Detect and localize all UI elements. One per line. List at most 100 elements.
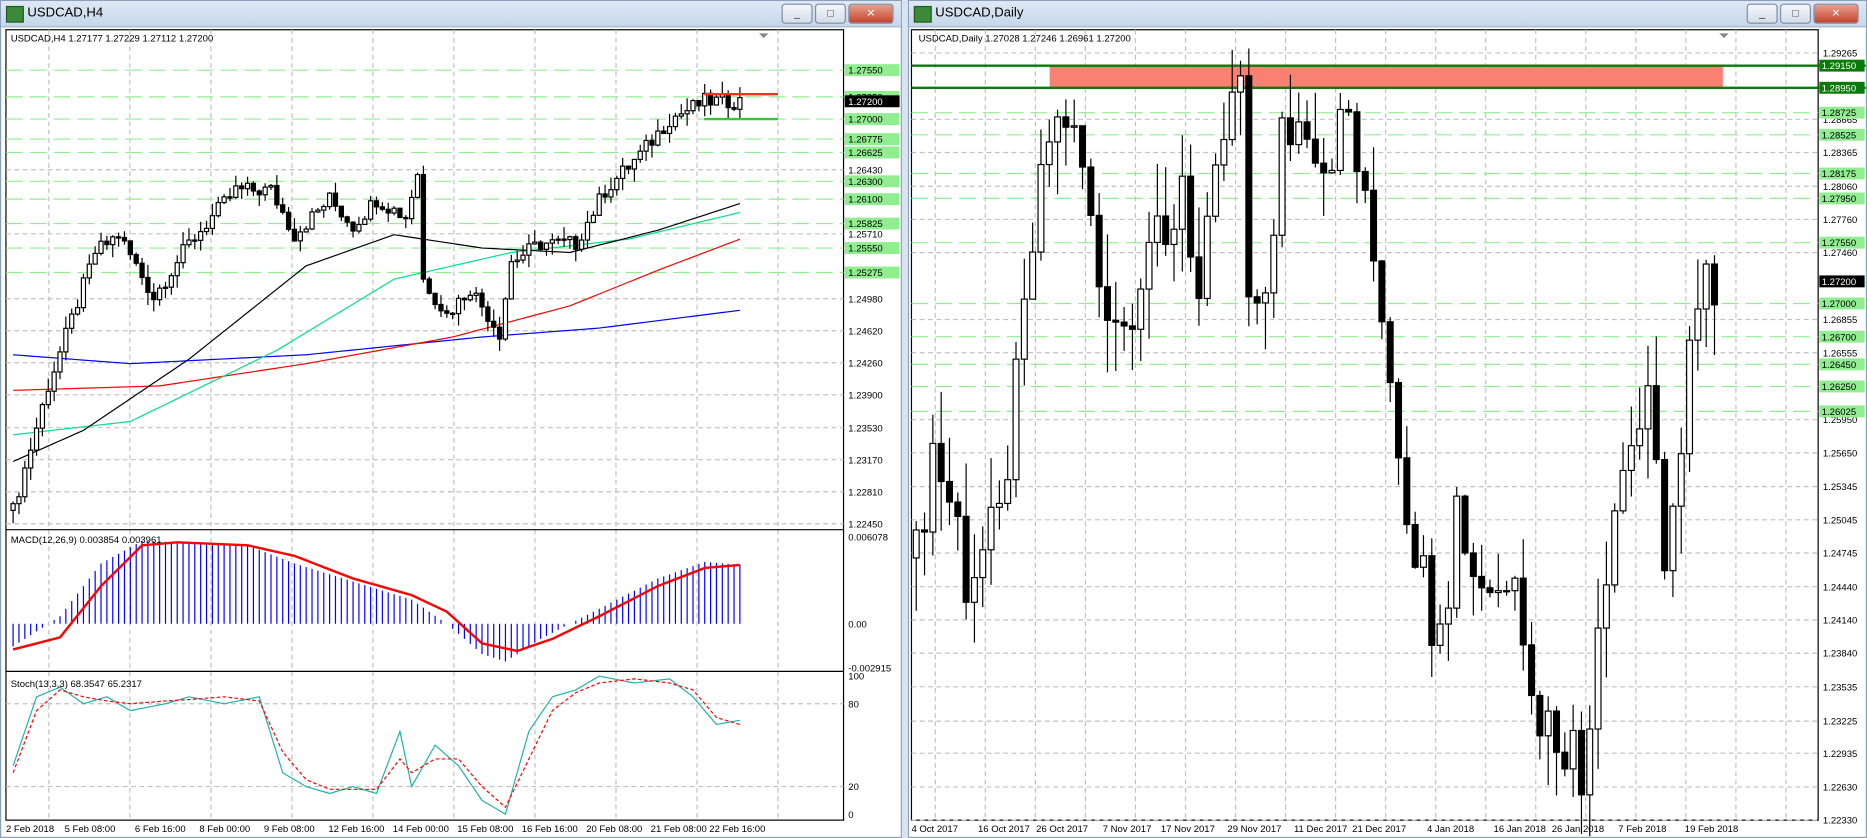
bull-candle <box>162 286 169 289</box>
bear-candle <box>937 442 945 483</box>
bull-candle <box>549 239 555 244</box>
bear-candle <box>350 221 356 232</box>
bear-candle <box>696 99 702 107</box>
bear-candle <box>450 312 456 316</box>
bull-candle <box>970 576 978 603</box>
level-label: 1.27550 <box>848 66 882 77</box>
price-axis-label: 1.27760 <box>1823 215 1857 226</box>
bear-candle <box>133 253 139 264</box>
bull-candle <box>233 185 239 198</box>
bear-candle <box>115 236 122 239</box>
zone-label: 1.29150 <box>1822 61 1856 72</box>
bear-candle <box>1320 162 1328 174</box>
level-label: 1.28525 <box>1822 130 1856 141</box>
bull-candle <box>514 259 520 263</box>
bull-candle <box>1178 175 1186 230</box>
chart-info: USDCAD,H4 1.27177 1.27229 1.27112 1.2720… <box>11 34 214 45</box>
level-label: 1.27550 <box>1822 238 1856 249</box>
bear-candle <box>1361 170 1369 191</box>
bull-candle <box>45 390 51 406</box>
bear-candle <box>121 236 128 242</box>
price-axis-label: 1.23900 <box>848 390 882 401</box>
chart-window-daily[interactable]: USDCAD,Daily _ □ ✕ 1.29265 1.28665 1.28365… <box>907 0 1867 838</box>
bear-candle <box>420 173 427 280</box>
bear-candle <box>1503 590 1511 593</box>
h4-chart[interactable]: 1.26430 1.25710 1.24980 1.24620 1.24260 1.239… <box>1 26 901 837</box>
time-axis-label: 7 Feb 2018 <box>1618 824 1666 835</box>
bull-candle <box>1137 288 1145 330</box>
price-axis-label: 1.23170 <box>848 455 882 466</box>
bull-candle <box>168 275 175 288</box>
level-label: 1.26300 <box>848 177 882 188</box>
level-label: 1.28725 <box>1822 108 1856 119</box>
bull-candle <box>1494 590 1502 594</box>
maximize-button[interactable]: □ <box>814 3 846 24</box>
bull-candle <box>221 196 227 204</box>
bear-candle <box>139 262 145 279</box>
maximize-button[interactable]: □ <box>1780 3 1812 24</box>
bear-candle <box>537 241 544 250</box>
minimize-button[interactable]: _ <box>1746 3 1778 24</box>
bull-candle <box>1611 510 1619 586</box>
bear-candle <box>1062 116 1070 128</box>
bull-candle <box>1419 555 1427 568</box>
price-axis-label: 1.27460 <box>1823 248 1857 259</box>
bear-candle <box>1079 125 1087 168</box>
price-axis-label: 1.22935 <box>1823 749 1857 760</box>
bull-candle <box>1453 495 1461 609</box>
bear-candle <box>1652 385 1660 461</box>
title-bar[interactable]: USDCAD,H4 _ □ ✕ <box>1 1 901 28</box>
bull-candle <box>1336 108 1344 172</box>
bull-candle <box>737 96 743 110</box>
bull-candle <box>643 139 649 152</box>
bull-candle <box>1153 215 1161 244</box>
bull-candle <box>86 263 92 279</box>
bear-candle <box>239 185 245 190</box>
bull-candle <box>1278 117 1286 236</box>
bear-candle <box>1286 117 1294 146</box>
minimize-button[interactable]: _ <box>781 3 813 24</box>
bull-candle <box>98 240 104 255</box>
daily-chart[interactable]: 1.292651.286651.283651.280601.277601.274… <box>909 26 1866 837</box>
stoch-axis-label: 80 <box>848 699 859 710</box>
bear-candle <box>1103 286 1111 321</box>
chart-window-h4[interactable]: USDCAD,H4 _ □ ✕ 1.26430 1.25710 1.24980 1.2… <box>0 0 902 838</box>
bear-candle <box>661 130 667 135</box>
level-label: 1.26700 <box>1822 332 1856 343</box>
bear-candle <box>1386 321 1394 384</box>
stoch-axis-label: 0 <box>848 810 853 821</box>
bull-candle <box>33 427 40 451</box>
bull-candle <box>10 503 16 512</box>
bull-candle <box>929 442 937 533</box>
level-label: 1.26250 <box>1822 382 1856 393</box>
bull-candle <box>1436 623 1444 646</box>
time-axis-label: 9 Feb 08:00 <box>264 824 315 835</box>
chart-info: USDCAD,Daily 1.27028 1.27246 1.26961 1.2… <box>919 34 1131 45</box>
price-axis-label: 1.25045 <box>1823 515 1857 526</box>
bear-candle <box>1253 296 1261 304</box>
plot-frame <box>5 29 845 821</box>
bear-candle <box>438 303 444 312</box>
time-axis-label: 4 Oct 2017 <box>911 824 958 835</box>
bull-candle <box>321 205 327 211</box>
close-button[interactable]: ✕ <box>1813 3 1859 24</box>
time-axis-label: 17 Nov 2017 <box>1161 824 1215 835</box>
window-title: USDCAD,Daily <box>935 5 1024 21</box>
title-bar[interactable]: USDCAD,Daily _ □ ✕ <box>909 1 1866 28</box>
level-label: 1.27000 <box>1822 299 1856 310</box>
bull-candle <box>1669 505 1677 572</box>
close-button[interactable]: ✕ <box>848 3 894 24</box>
bull-candle <box>455 297 462 315</box>
bear-candle <box>962 515 970 603</box>
bull-candle <box>690 99 696 112</box>
bull-candle <box>987 506 995 551</box>
bear-candle <box>1311 138 1319 164</box>
bear-candle <box>1120 321 1128 327</box>
level-label: 1.27000 <box>848 115 882 126</box>
price-axis-label: 1.28060 <box>1823 182 1857 193</box>
price-axis-label: 1.25650 <box>1823 448 1857 459</box>
time-axis-label: 16 Jan 2018 <box>1494 824 1546 835</box>
bear-candle <box>1661 458 1669 572</box>
time-axis-label: 12 Feb 16:00 <box>328 824 384 835</box>
bull-candle <box>309 211 315 230</box>
